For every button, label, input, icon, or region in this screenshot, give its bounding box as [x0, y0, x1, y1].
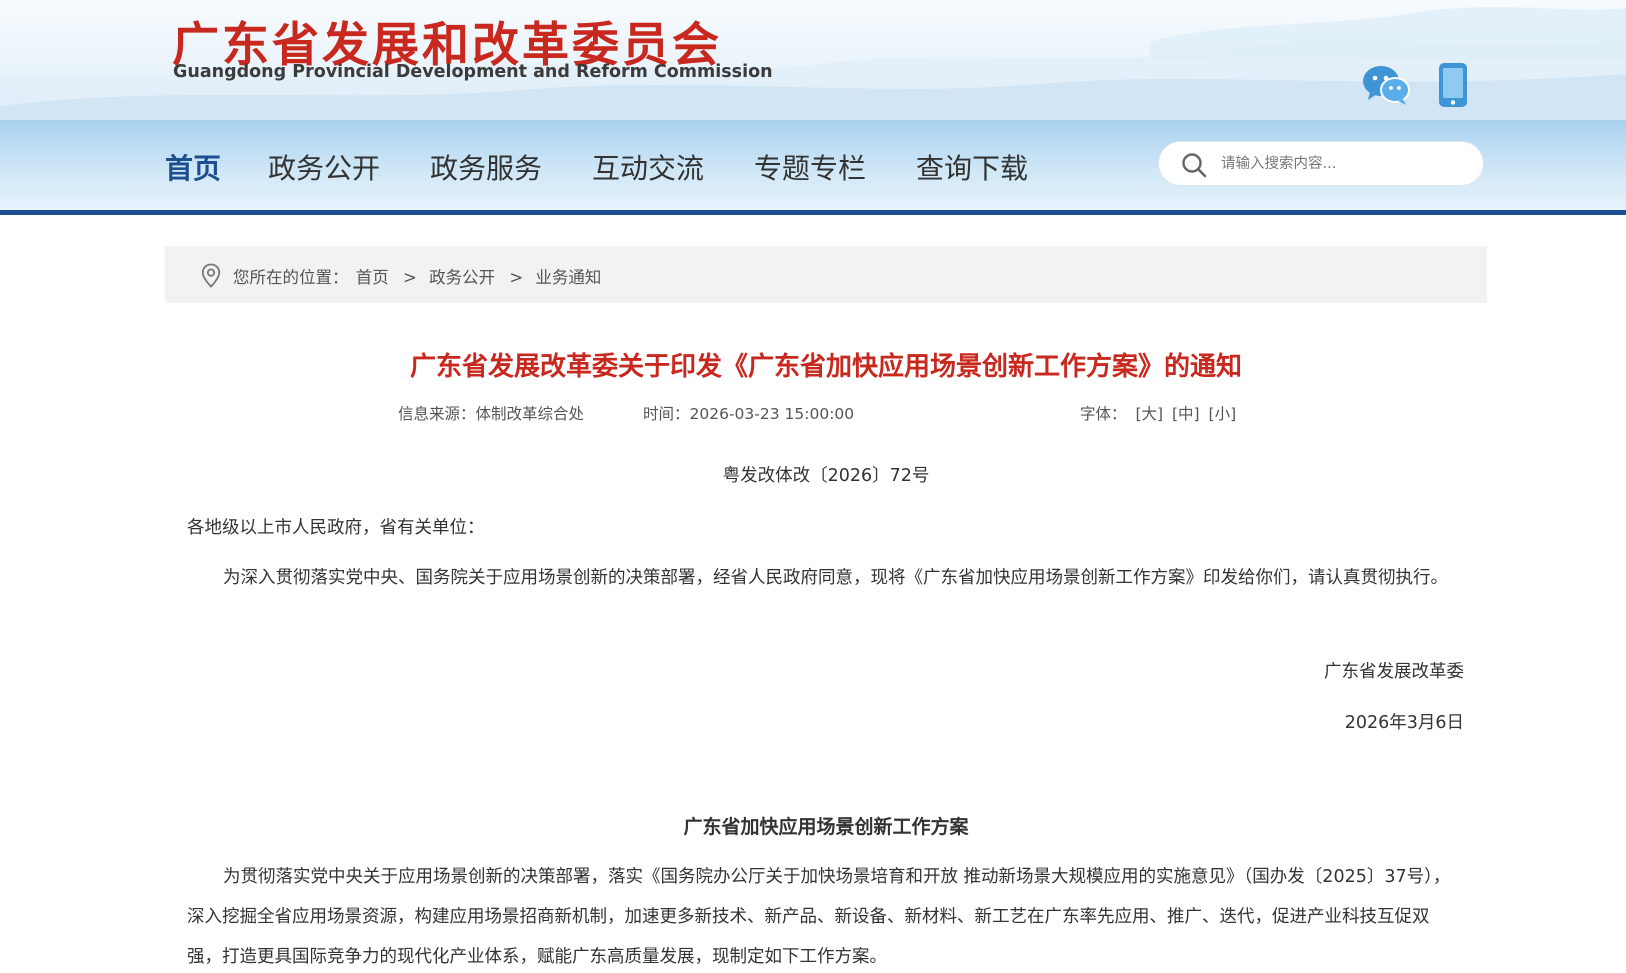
- font-size-switcher: 字体： [大] [中] [小]: [1080, 402, 1236, 424]
- article-source: 信息来源：体制改革综合处: [398, 402, 584, 424]
- mobile-icon[interactable]: [1438, 62, 1468, 108]
- site-subtitle: Guangdong Provincial Development and Ref…: [173, 62, 773, 82]
- nav-item-interaction[interactable]: 互动交流: [592, 147, 704, 187]
- plan-intro-paragraph: 为贯彻落实党中央关于应用场景创新的决策部署，落实《国务院办公厅关于加快场景培育和…: [187, 867, 1451, 967]
- font-small-button[interactable]: [小]: [1209, 405, 1237, 423]
- search-box[interactable]: [1158, 141, 1484, 186]
- breadcrumb-business-notice[interactable]: 业务通知: [535, 268, 601, 287]
- font-medium-button[interactable]: [中]: [1172, 405, 1200, 423]
- source-label: 信息来源：: [398, 405, 476, 423]
- plan-title: 广东省加快应用场景创新工作方案: [683, 816, 969, 838]
- nav-item-services[interactable]: 政务服务: [430, 147, 542, 187]
- breadcrumb-separator: >: [403, 268, 417, 287]
- signature: 广东省发展改革委: [1324, 662, 1464, 682]
- breadcrumb-separator: >: [509, 268, 524, 287]
- breadcrumb-government-affairs[interactable]: 政务公开: [429, 268, 495, 287]
- body-paragraph: 为深入贯彻落实党中央、国务院关于应用场景创新的决策部署，经省人民政府同意，现将《…: [223, 568, 1448, 588]
- breadcrumb: 您所在的位置： 首页 > 政务公开 > 业务通知: [165, 246, 1487, 303]
- search-input[interactable]: [1221, 149, 1471, 179]
- source-value: 体制改革综合处: [475, 405, 585, 423]
- breadcrumb-prefix: 您所在的位置：: [233, 268, 349, 287]
- document-number: 粤发改体改〔2026〕72号: [722, 466, 930, 486]
- article-title: 广东省发展改革委关于印发《广东省加快应用场景创新工作方案》的通知: [409, 352, 1242, 382]
- location-icon: [201, 263, 221, 288]
- font-large-button[interactable]: [大]: [1135, 405, 1163, 423]
- wechat-icon[interactable]: [1362, 64, 1410, 106]
- time-value: 2026-03-23 15:00:00: [689, 405, 855, 423]
- issue-date: 2026年3月6日: [1344, 713, 1464, 733]
- time-label: 时间：: [643, 405, 690, 423]
- nav-item-home[interactable]: 首页: [165, 147, 221, 187]
- nav-item-special-topics[interactable]: 专题专栏: [754, 147, 866, 187]
- header-banner: 广东省发展和改革委员会 Guangdong Provincial Develop…: [0, 0, 1626, 120]
- font-label: 字体：: [1080, 405, 1127, 423]
- article-time: 时间：2026-03-23 15:00:00: [643, 402, 854, 424]
- nav-divider: [0, 210, 1626, 215]
- breadcrumb-home[interactable]: 首页: [356, 268, 389, 287]
- search-icon[interactable]: [1181, 152, 1207, 178]
- nav-item-government-affairs[interactable]: 政务公开: [268, 147, 380, 187]
- salutation: 各地级以上市人民政府，省有关单位：: [187, 518, 485, 538]
- nav-item-query-download[interactable]: 查询下载: [916, 147, 1028, 187]
